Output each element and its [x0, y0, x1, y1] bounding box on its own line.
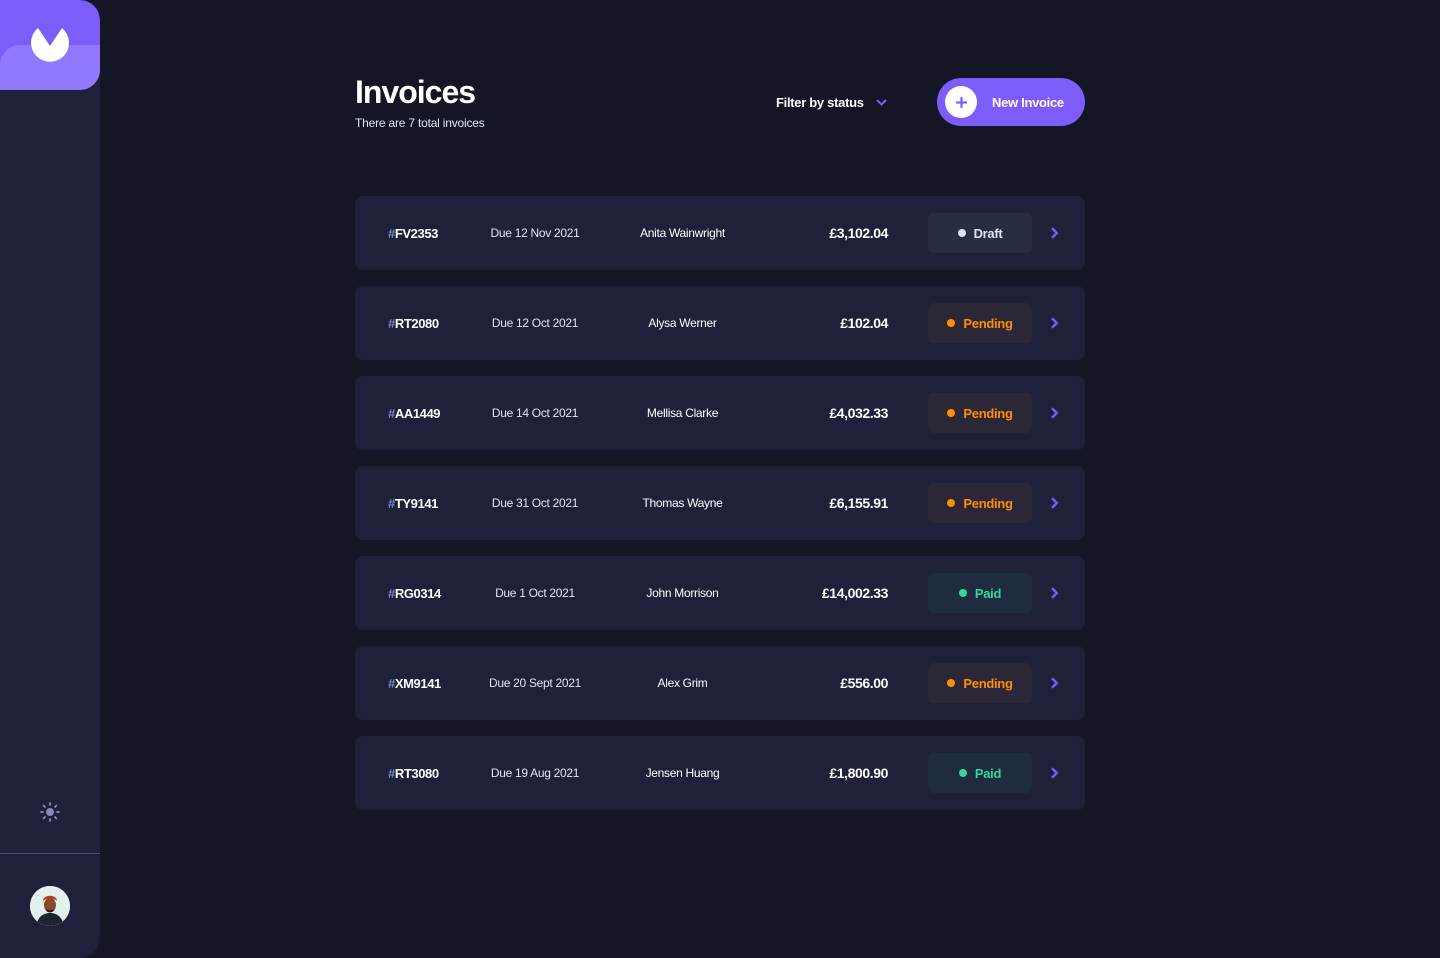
invoice-due-date: Due 20 Sept 2021 [489, 676, 581, 690]
invoice-client-name: Alex Grim [657, 676, 708, 690]
invoice-client-name: Jensen Huang [645, 766, 720, 780]
invoice-id: # RT3080 [388, 736, 439, 810]
filter-by-status-dropdown[interactable]: Filter by status [776, 94, 887, 110]
status-badge: Paid [928, 573, 1032, 613]
invoice-id-text: AA1449 [394, 405, 441, 421]
new-invoice-label: New Invoice [992, 94, 1064, 110]
invoice-row[interactable]: # XM9141 Due 20 Sept 2021 Alex Grim £556.… [355, 646, 1085, 720]
status-dot [947, 409, 956, 417]
chevron-right-icon[interactable] [1050, 767, 1060, 779]
filter-label: Filter by status [776, 94, 864, 110]
invoice-amount: £556.00 [840, 675, 888, 691]
status-badge: Draft [928, 213, 1032, 253]
invoice-id-hash: # [388, 225, 395, 241]
invoice-row[interactable]: # FV2353 Due 12 Nov 2021 Anita Wainwright… [355, 196, 1085, 270]
invoice-row[interactable]: # RT2080 Due 12 Oct 2021 Alysa Werner £10… [355, 286, 1085, 360]
invoice-row[interactable]: # RT3080 Due 19 Aug 2021 Jensen Huang £1,… [355, 736, 1085, 810]
status-badge: Pending [928, 663, 1032, 703]
chevron-right-icon[interactable] [1050, 317, 1060, 329]
status-dot [947, 499, 956, 507]
chevron-down-icon [875, 98, 887, 106]
theme-toggle-button[interactable] [38, 800, 62, 824]
invoice-row[interactable]: # RG0314 Due 1 Oct 2021 John Morrison £14… [355, 556, 1085, 630]
status-badge: Pending [928, 303, 1032, 343]
page-header: Invoices There are 7 total invoices Filt… [355, 72, 1085, 132]
invoice-id-hash: # [388, 585, 395, 601]
logo[interactable] [0, 0, 100, 90]
invoice-amount: £4,032.33 [829, 405, 888, 421]
new-invoice-button[interactable]: New Invoice [937, 78, 1085, 126]
status-dot [947, 679, 956, 687]
invoice-count: There are 7 total invoices [355, 116, 485, 130]
status-label: Pending [963, 315, 1013, 331]
invoice-client-name: Thomas Wayne [642, 496, 723, 510]
invoice-due-date: Due 1 Oct 2021 [495, 586, 575, 600]
invoice-row[interactable]: # AA1449 Due 14 Oct 2021 Mellisa Clarke £… [355, 376, 1085, 450]
invoice-due-date: Due 12 Oct 2021 [491, 316, 579, 330]
invoice-client-name: Mellisa Clarke [646, 406, 719, 420]
avatar[interactable] [30, 886, 70, 926]
invoice-client-name: Alysa Werner [648, 316, 717, 330]
invoice-id-hash: # [388, 675, 395, 691]
chevron-right-icon[interactable] [1050, 497, 1060, 509]
status-label: Draft [973, 225, 1003, 241]
status-label: Pending [963, 405, 1013, 421]
status-dot [958, 769, 967, 777]
invoice-id-text: TY9141 [394, 495, 439, 511]
status-label: Paid [974, 765, 1002, 781]
invoice-amount: £6,155.91 [829, 495, 888, 511]
invoice-id: # TY9141 [388, 466, 438, 540]
status-badge: Pending [928, 483, 1032, 523]
invoice-due-date: Due 14 Oct 2021 [491, 406, 579, 420]
status-badge: Paid [928, 753, 1032, 793]
sidebar-divider [0, 853, 100, 854]
invoice-due-date: Due 12 Nov 2021 [490, 226, 580, 240]
status-label: Pending [963, 495, 1013, 511]
invoice-amount: £1,800.90 [829, 765, 888, 781]
invoice-id: # XM9141 [388, 646, 441, 720]
status-label: Pending [963, 675, 1013, 691]
invoice-id-text: RT2080 [394, 315, 439, 331]
invoice-id-text: RT3080 [394, 765, 439, 781]
invoice-id: # FV2353 [388, 196, 438, 270]
avatar-image [30, 886, 70, 926]
status-label: Paid [974, 585, 1002, 601]
invoice-list: # FV2353 Due 12 Nov 2021 Anita Wainwright… [355, 196, 1085, 826]
status-dot [947, 319, 956, 327]
chevron-right-icon[interactable] [1050, 227, 1060, 239]
invoice-client-name: John Morrison [646, 586, 719, 600]
invoice-id: # AA1449 [388, 376, 441, 450]
invoice-id-text: RG0314 [394, 585, 441, 601]
invoice-id-text: XM9141 [394, 675, 441, 691]
logo-icon [31, 28, 70, 62]
sun-icon [40, 802, 60, 822]
status-dot [958, 589, 967, 597]
invoice-id-hash: # [388, 405, 395, 421]
status-dot [957, 229, 966, 237]
chevron-right-icon[interactable] [1050, 407, 1060, 419]
invoice-id-hash: # [388, 765, 395, 781]
invoice-id: # RT2080 [388, 286, 439, 360]
sidebar [0, 0, 100, 958]
invoice-due-date: Due 31 Oct 2021 [491, 496, 579, 510]
chevron-right-icon[interactable] [1050, 677, 1060, 689]
invoice-amount: £14,002.33 [821, 585, 888, 601]
invoice-row[interactable]: # TY9141 Due 31 Oct 2021 Thomas Wayne £6,… [355, 466, 1085, 540]
chevron-right-icon[interactable] [1050, 587, 1060, 599]
page-title: Invoices [355, 74, 476, 110]
invoice-id: # RG0314 [388, 556, 441, 630]
invoice-due-date: Due 19 Aug 2021 [490, 766, 580, 780]
invoice-id-hash: # [388, 315, 395, 331]
plus-icon [955, 96, 967, 108]
invoice-id-text: FV2353 [394, 225, 439, 241]
invoice-id-hash: # [388, 495, 395, 511]
status-badge: Pending [928, 393, 1032, 433]
invoice-amount: £102.04 [840, 315, 888, 331]
invoice-amount: £3,102.04 [829, 225, 888, 241]
invoice-client-name: Anita Wainwright [640, 226, 725, 240]
plus-icon-circle [945, 86, 977, 118]
